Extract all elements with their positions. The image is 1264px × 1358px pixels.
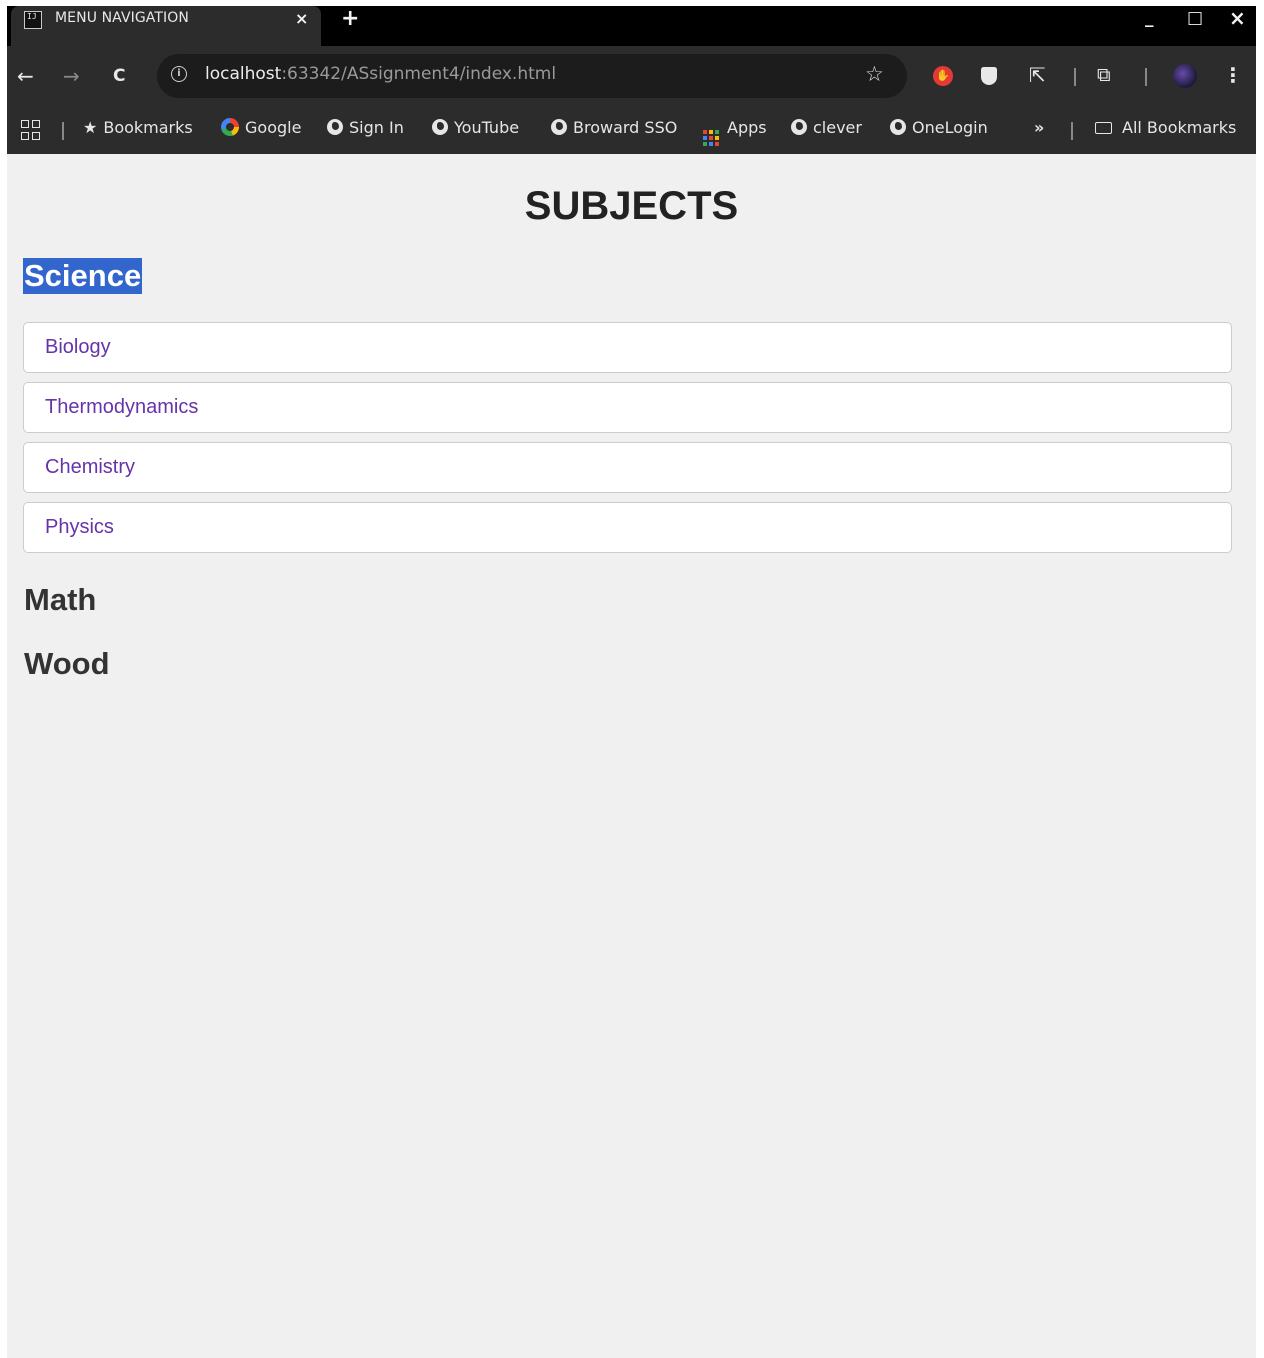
bookmark-label: Sign In (349, 118, 404, 137)
tab-strip: IJ MENU NAVIGATION × + _ □ × (7, 6, 1256, 46)
bookmark-label: YouTube (454, 118, 520, 137)
bookmark-google[interactable]: Google (221, 118, 301, 137)
page-content: SUBJECTS Science Biology Thermodynamics … (7, 154, 1256, 1358)
bookmark-label: Broward SSO (573, 118, 678, 137)
bookmark-bookmarks[interactable]: ★ Bookmarks (83, 118, 193, 137)
toolbar-divider (1145, 68, 1147, 86)
shield-extension-icon[interactable] (981, 67, 997, 85)
subject-link-chemistry[interactable]: Chemistry (45, 456, 135, 478)
science-submenu: Biology Thermodynamics Chemistry Physics (23, 322, 1232, 562)
profile-avatar[interactable] (1173, 64, 1197, 88)
globe-icon (432, 119, 448, 135)
site-info-icon[interactable]: i (171, 66, 187, 82)
list-item: Physics (23, 502, 1232, 553)
maximize-button[interactable]: □ (1187, 8, 1203, 28)
tab-close-icon[interactable]: × (295, 9, 308, 28)
tab-title: MENU NAVIGATION (55, 10, 189, 26)
browser-toolbar: ← → C i localhost:63342/ASsignment4/inde… (7, 46, 1256, 108)
url-host: localhost (205, 64, 282, 84)
bookmark-label: All Bookmarks (1122, 118, 1237, 137)
bookmark-youtube[interactable]: YouTube (432, 118, 519, 137)
intellij-favicon-icon: IJ (24, 11, 42, 29)
bookmark-label: Apps (727, 118, 767, 137)
extensions-puzzle-icon[interactable]: ⇱ (1029, 65, 1046, 85)
apps-launcher-icon[interactable] (21, 120, 41, 140)
tab-menu-navigation[interactable]: IJ MENU NAVIGATION × (11, 6, 321, 46)
all-bookmarks-button[interactable]: All Bookmarks (1095, 118, 1236, 137)
bookmark-label: Bookmarks (103, 118, 193, 137)
minimize-button[interactable]: _ (1145, 8, 1154, 28)
browser-window: IJ MENU NAVIGATION × + _ □ × ← → C i loc… (7, 6, 1256, 1358)
star-icon: ★ (83, 118, 98, 137)
bookmark-clever[interactable]: clever (791, 118, 862, 137)
adblock-extension-icon[interactable]: ✋ (933, 66, 953, 86)
globe-icon (791, 119, 807, 135)
apps-grid-icon (703, 130, 719, 146)
bookmark-label: OneLogin (912, 118, 988, 137)
url-path: :63342/ASsignment4/index.html (281, 64, 557, 84)
bookmarks-overflow-button[interactable]: » (1034, 118, 1044, 137)
subject-link-thermodynamics[interactable]: Thermodynamics (45, 396, 198, 418)
window-close-button[interactable]: × (1229, 6, 1246, 30)
bookmark-label: Google (245, 118, 302, 137)
forward-button[interactable]: → (63, 66, 80, 86)
globe-icon (890, 119, 906, 135)
bookmark-onelogin[interactable]: OneLogin (890, 118, 988, 137)
section-heading-wood[interactable]: Wood (23, 646, 111, 682)
reading-list-icon[interactable]: ⧉ (1097, 65, 1111, 85)
section-heading-science[interactable]: Science (23, 258, 143, 294)
google-icon (221, 118, 239, 136)
bookmarks-bar: ★ Bookmarks Google Sign In YouTube Browar… (7, 108, 1256, 154)
back-button[interactable]: ← (17, 66, 34, 86)
bookmark-apps[interactable]: Apps (703, 118, 767, 146)
bookmark-sign-in[interactable]: Sign In (327, 118, 404, 137)
list-item: Thermodynamics (23, 382, 1232, 433)
folder-icon (1095, 122, 1112, 134)
subject-link-biology[interactable]: Biology (45, 336, 111, 358)
new-tab-button[interactable]: + (341, 6, 359, 31)
list-item: Chemistry (23, 442, 1232, 493)
address-bar[interactable]: i localhost:63342/ASsignment4/index.html… (157, 54, 907, 98)
subject-link-physics[interactable]: Physics (45, 516, 114, 538)
bookmarks-divider (62, 122, 64, 140)
bookmarks-divider (1071, 122, 1073, 140)
bookmark-broward-sso[interactable]: Broward SSO (551, 118, 677, 137)
bookmark-star-icon[interactable]: ☆ (865, 62, 884, 86)
reload-button[interactable]: C (113, 66, 125, 86)
page-title: SUBJECTS (524, 184, 739, 228)
globe-icon (551, 119, 567, 135)
browser-menu-icon[interactable]: ⋮ (1223, 65, 1243, 85)
url-text[interactable]: localhost:63342/ASsignment4/index.html (205, 64, 556, 84)
bookmark-label: clever (813, 118, 862, 137)
section-heading-math[interactable]: Math (23, 582, 97, 618)
globe-icon (327, 119, 343, 135)
toolbar-divider (1074, 68, 1076, 86)
list-item: Biology (23, 322, 1232, 373)
